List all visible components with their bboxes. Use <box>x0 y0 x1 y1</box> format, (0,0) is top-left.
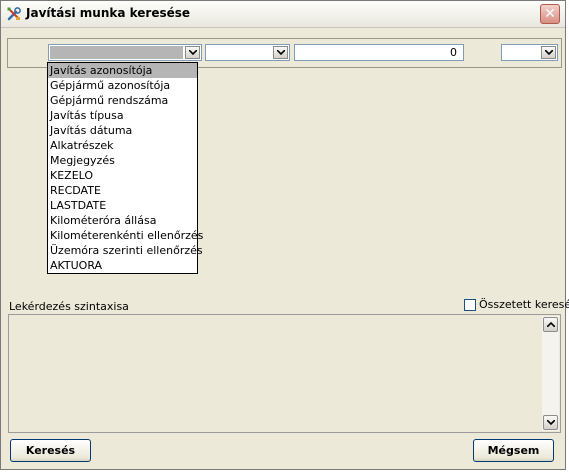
operator-combo-chevron-down-icon[interactable] <box>273 46 288 59</box>
field-combo-chevron-down-icon[interactable] <box>185 46 200 59</box>
dropdown-item[interactable]: Javítás dátuma <box>48 123 197 138</box>
chevron-up-icon <box>547 322 555 327</box>
complex-search-checkbox[interactable] <box>464 299 476 311</box>
search-dialog: Javítási munka keresése ✕ 0 Javítás azon… <box>0 0 569 470</box>
logic-combo[interactable] <box>501 44 558 61</box>
field-combo-selection <box>50 46 183 59</box>
operator-combo[interactable] <box>205 44 290 61</box>
close-icon: ✕ <box>544 6 556 22</box>
dropdown-item[interactable]: RECDATE <box>48 183 197 198</box>
vertical-scrollbar[interactable] <box>542 316 559 431</box>
logic-combo-chevron-down-icon[interactable] <box>541 46 556 59</box>
search-button[interactable]: Keresés <box>10 439 91 462</box>
dropdown-item[interactable]: Alkatrészek <box>48 138 197 153</box>
dropdown-item[interactable]: Megjegyzés <box>48 153 197 168</box>
chevron-down-icon <box>547 420 555 425</box>
query-syntax-textarea[interactable] <box>8 314 561 433</box>
complex-search-label: Összetett keresés <box>479 298 569 311</box>
cancel-button[interactable]: Mégsem <box>473 439 554 462</box>
field-combo[interactable] <box>48 44 202 61</box>
dropdown-item[interactable]: Javítás típusa <box>48 108 197 123</box>
dropdown-item[interactable]: AKTUORA <box>48 258 197 273</box>
scroll-up-button[interactable] <box>543 317 558 332</box>
dropdown-item[interactable]: LASTDATE <box>48 198 197 213</box>
complex-search-toggle[interactable]: Összetett keresés <box>464 298 569 314</box>
tools-icon <box>6 6 22 22</box>
value-input[interactable]: 0 <box>294 44 464 61</box>
dropdown-item[interactable]: Gépjármű azonosítója <box>48 78 197 93</box>
title-bar[interactable]: Javítási munka keresése ✕ <box>1 1 565 28</box>
scroll-down-button[interactable] <box>543 415 558 430</box>
dropdown-item[interactable]: Javítás azonosítója <box>48 63 197 78</box>
dropdown-item[interactable]: Kilométeróra állása <box>48 213 197 228</box>
field-dropdown-list[interactable]: Javítás azonosítója Gépjármű azonosítója… <box>47 62 203 274</box>
window-title: Javítási munka keresése <box>26 6 191 20</box>
dropdown-item[interactable]: KEZELO <box>48 168 197 183</box>
dropdown-item[interactable]: Üzemóra szerinti ellenőrzés <box>48 243 203 258</box>
syntax-label: Lekérdezés szintaxisa <box>9 300 129 313</box>
dropdown-item[interactable]: Kilométerenkénti ellenőrzés <box>48 228 203 243</box>
close-button[interactable]: ✕ <box>540 4 560 24</box>
dropdown-item[interactable]: Gépjármű rendszáma <box>48 93 197 108</box>
